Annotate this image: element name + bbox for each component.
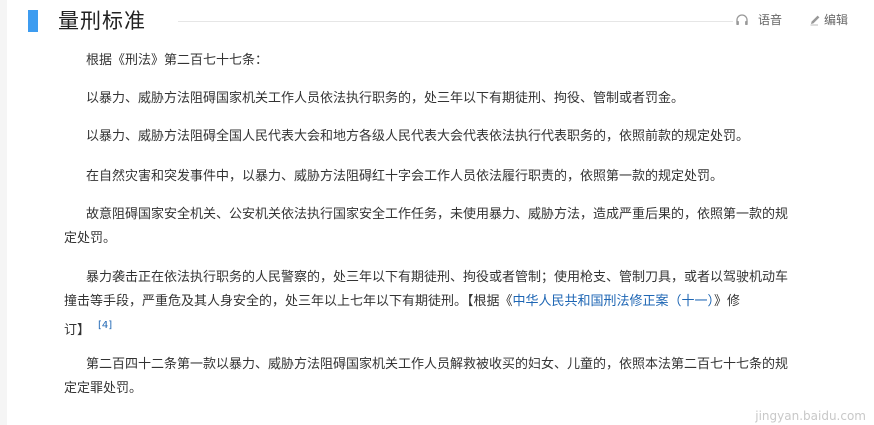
voice-label: 语音 [758, 13, 783, 27]
paragraph-5-line-1: 故意阻碍国家安全机关、公安机关依法执行国家安全工作任务，未使用暴力、威胁方法，造… [86, 207, 789, 222]
paragraph-3: 以暴力、威胁方法阻碍全国人民代表大会和地方各级人民代表大会代表依法执行代表职务的… [86, 129, 750, 144]
paragraph-6-line-2: 撞击等手段，严重危及其人身安全的，处三年以上七年以下有期徒刑。【根据《中华人民共… [64, 291, 740, 313]
page: 量刑标准 语音 编辑 根据《刑法》第二百七十七条： 以暴力、威胁方法阻碍国家机关… [0, 0, 874, 425]
paragraph-7-line-1: 第二百四十二条第一款以暴力、威胁方法阻碍国家机关工作人员解救被收买的妇女、儿童的… [86, 357, 789, 372]
section-accent-bar [28, 10, 38, 32]
paragraph-4: 在自然灾害和突发事件中，以暴力、威胁方法阻碍红十字会工作人员依法履行职责的，依照… [86, 169, 724, 184]
section-title: 量刑标准 [58, 9, 146, 33]
voice-button[interactable]: 语音 [735, 11, 782, 29]
pencil-icon [808, 13, 822, 27]
amendment-link[interactable]: 中华人民共和国刑法修正案（十一） [513, 294, 715, 309]
paragraph-6-line-3: 订】 [4] [64, 315, 112, 342]
edit-label: 编辑 [824, 13, 849, 27]
left-margin-strip [0, 0, 7, 425]
watermark: jingyan.baidu.com [755, 409, 866, 423]
paragraph-5-line-2: 定处罚。 [64, 231, 117, 246]
reference-link[interactable]: [4] [98, 320, 112, 331]
paragraph-6-line-1: 暴力袭击正在依法执行职务的人民警察的，处三年以下有期徒刑、拘役或者管制；使用枪支… [86, 270, 789, 285]
paragraph-7-line-2: 定定罪处罚。 [64, 381, 143, 396]
paragraph-6-text-after: 》修 [714, 294, 741, 309]
edit-button[interactable]: 编辑 [808, 11, 848, 29]
section-header: 量刑标准 语音 编辑 [28, 8, 858, 34]
paragraph-1: 根据《刑法》第二百七十七条： [86, 53, 269, 68]
paragraph-6-text: 撞击等手段，严重危及其人身安全的，处三年以上七年以下有期徒刑。【根据《 [64, 294, 513, 309]
headphones-icon [735, 13, 749, 27]
title-divider [178, 21, 733, 22]
paragraph-2: 以暴力、威胁方法阻碍国家机关工作人员依法执行职务的，处三年以下有期徒刑、拘役、管… [86, 91, 685, 106]
paragraph-6-revised: 订】 [64, 323, 91, 338]
